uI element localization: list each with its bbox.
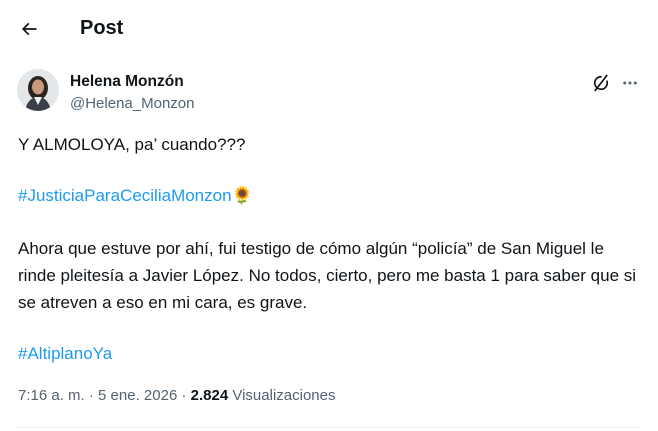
post-paragraph: Ahora que estuve por ahí, fui testigo de…	[18, 239, 637, 312]
page-title: Post	[80, 17, 124, 39]
grok-button[interactable]	[588, 70, 614, 96]
author-handle[interactable]: @Helena_Monzon	[70, 94, 194, 114]
divider	[16, 427, 642, 428]
post-hashtag-line: #JusticiaParaCeciliaMonzon🌻	[18, 183, 253, 208]
hashtag-link[interactable]: #AltiplanoYa	[18, 344, 112, 363]
hashtag-link[interactable]: #JusticiaParaCeciliaMonzon	[18, 186, 232, 205]
post-header: Post	[0, 0, 658, 56]
more-horizontal-icon	[623, 81, 637, 85]
more-options-button[interactable]	[617, 70, 643, 96]
author-name[interactable]: Helena Monzón	[70, 72, 184, 92]
meta-separator: ·	[84, 387, 99, 404]
post-hashtag-line: #AltiplanoYa	[18, 341, 112, 366]
post-date[interactable]: 5 ene. 2026	[98, 387, 177, 404]
grok-icon	[593, 74, 609, 92]
views-label: Visualizaciones	[228, 387, 336, 404]
arrow-left-icon	[21, 22, 37, 36]
back-button[interactable]	[12, 12, 46, 46]
post-time[interactable]: 7:16 a. m.	[18, 387, 85, 404]
avatar[interactable]	[17, 69, 59, 111]
meta-separator: ·	[177, 387, 191, 404]
sunflower-emoji: 🌻	[231, 186, 253, 205]
post-meta: 7:16 a. m. · 5 ene. 2026 · 2.824 Visuali…	[18, 386, 335, 406]
profile-photo	[17, 69, 59, 111]
views-count: 2.824	[190, 387, 229, 404]
post-text-line: Y ALMOLOYA, pa’ cuando???	[18, 135, 246, 154]
